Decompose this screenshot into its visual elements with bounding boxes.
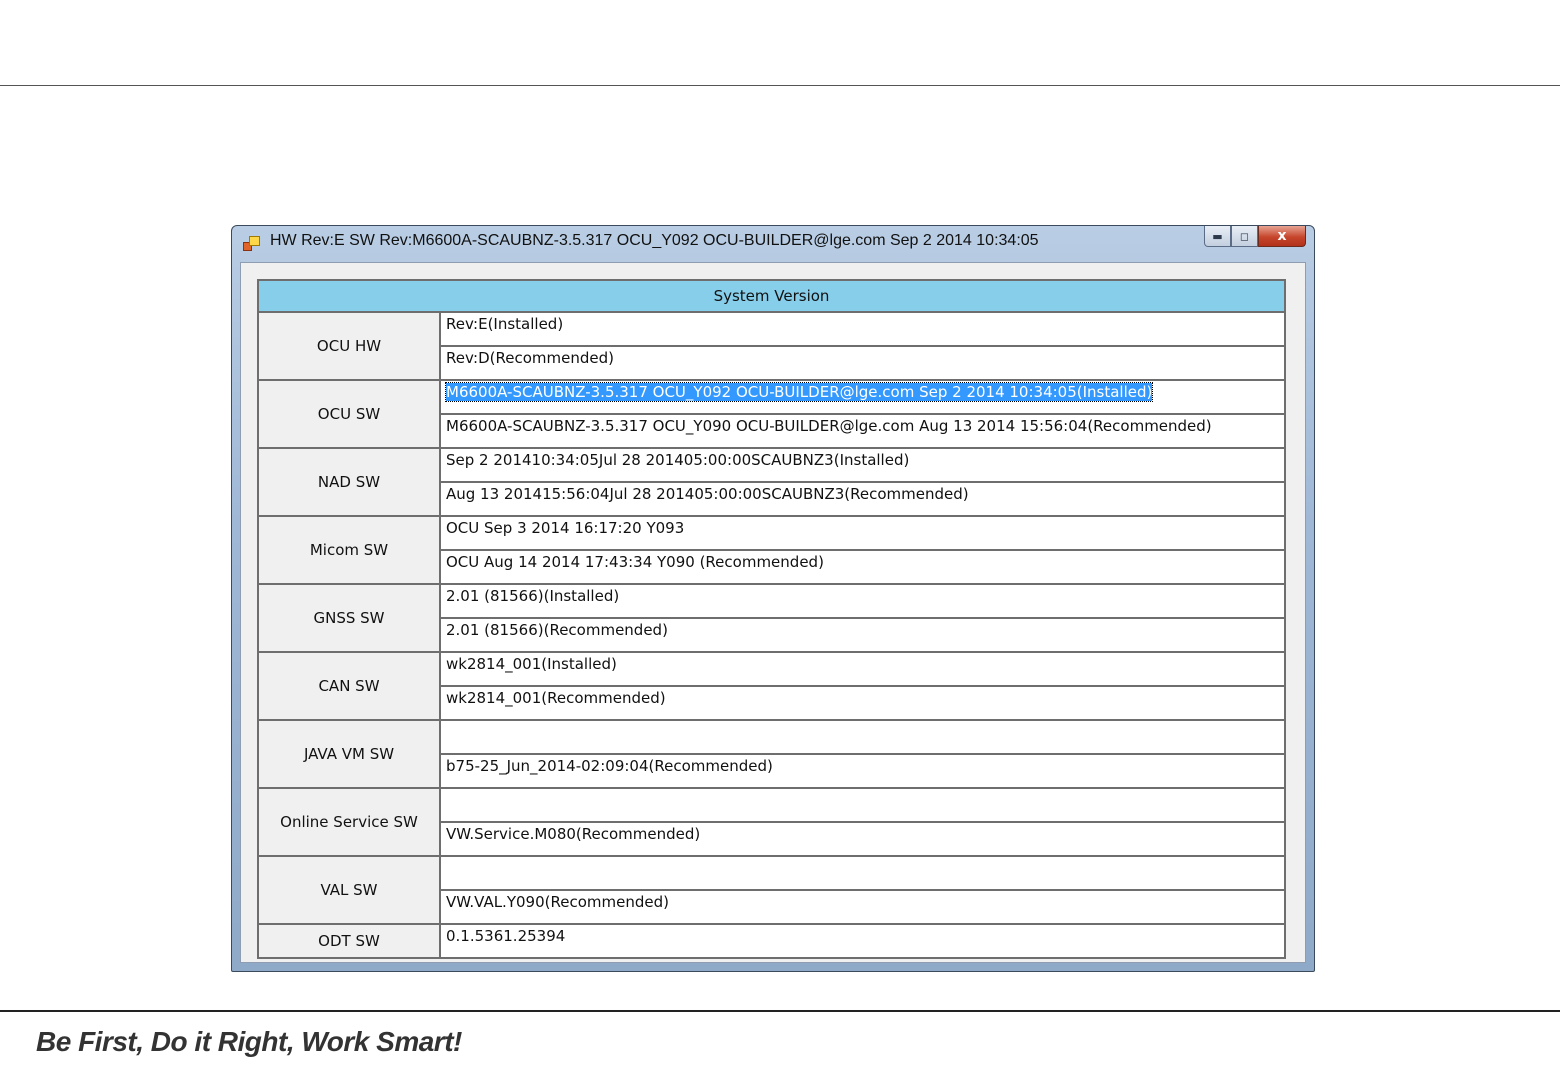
version-value-cell[interactable] [439, 855, 1286, 891]
table-row: Micom SW OCU Sep 3 2014 16:17:20 Y093 [257, 515, 1286, 585]
version-value-cell[interactable]: Aug 13 201415:56:04Jul 28 201405:00:00SC… [439, 481, 1286, 517]
table-row: CAN SW wk2814_001(Installed) [257, 651, 1286, 721]
close-button[interactable]: x [1258, 226, 1306, 247]
version-value-cell[interactable]: VW.VAL.Y090(Recommended) [439, 889, 1286, 925]
table-row: JAVA VM SW [257, 719, 1286, 789]
slide-slogan: Be First, Do it Right, Work Smart! [36, 1026, 462, 1057]
version-value-cell[interactable]: M6600A-SCAUBNZ-3.5.317 OCU_Y092 OCU-BUIL… [439, 379, 1286, 415]
row-label: GNSS SW [257, 583, 441, 653]
version-value-cell[interactable]: VW.Service.M080(Recommended) [439, 821, 1286, 857]
version-value-cell[interactable]: b75-25_Jun_2014-02:09:04(Recommended) [439, 753, 1286, 789]
table-header: System Version [257, 279, 1286, 313]
title-bar[interactable]: HW Rev:E SW Rev:M6600A-SCAUBNZ-3.5.317 O… [232, 226, 1314, 260]
table-row: NAD SW Sep 2 201410:34:05Jul 28 201405:00… [257, 447, 1286, 517]
close-icon: x [1277, 228, 1287, 244]
version-value-cell[interactable] [439, 719, 1286, 755]
maximize-button[interactable]: ◻ [1231, 226, 1258, 247]
version-value-cell[interactable]: wk2814_001(Installed) [439, 651, 1286, 687]
table-row: OCU HW Rev:E(Installed) [257, 311, 1286, 381]
row-label: ODT SW [257, 923, 441, 959]
row-label: NAD SW [257, 447, 441, 517]
row-label: CAN SW [257, 651, 441, 721]
version-value-cell[interactable]: Rev:D(Recommended) [439, 345, 1286, 381]
version-value-cell[interactable]: OCU Sep 3 2014 16:17:20 Y093 [439, 515, 1286, 551]
app-window-icon[interactable] [243, 236, 260, 251]
table-row: Online Service SW [257, 787, 1286, 857]
version-value-cell[interactable]: 0.1.5361.25394 [439, 923, 1286, 959]
minimize-button[interactable]: ▬ [1204, 226, 1231, 247]
maximize-icon: ◻ [1239, 229, 1250, 243]
row-label: OCU SW [257, 379, 441, 449]
row-label: OCU HW [257, 311, 441, 381]
table-row: GNSS SW 2.01 (81566)(Installed) [257, 583, 1286, 653]
version-value-cell[interactable] [439, 787, 1286, 823]
version-value-cell[interactable]: OCU Aug 14 2014 17:43:34 Y090 (Recommend… [439, 549, 1286, 585]
row-label: JAVA VM SW [257, 719, 441, 789]
version-value-cell[interactable]: M6600A-SCAUBNZ-3.5.317 OCU_Y090 OCU-BUIL… [439, 413, 1286, 449]
table-row: VAL SW [257, 855, 1286, 925]
bottom-divider [0, 1010, 1560, 1012]
version-value-cell[interactable]: Sep 2 201410:34:05Jul 28 201405:00:00SCA… [439, 447, 1286, 483]
system-version-window: HW Rev:E SW Rev:M6600A-SCAUBNZ-3.5.317 O… [231, 225, 1315, 972]
top-divider [0, 85, 1560, 86]
window-client-area: System Version OCU HW Rev:E(Installed) Rev… [240, 262, 1306, 963]
version-value-cell[interactable]: Rev:E(Installed) [439, 311, 1286, 347]
row-label: VAL SW [257, 855, 441, 925]
minimize-icon: ▬ [1212, 229, 1223, 243]
window-title: HW Rev:E SW Rev:M6600A-SCAUBNZ-3.5.317 O… [270, 232, 1039, 249]
system-version-table: System Version OCU HW Rev:E(Installed) Rev… [257, 279, 1286, 959]
version-value-cell[interactable]: 2.01 (81566)(Recommended) [439, 617, 1286, 653]
row-label: Micom SW [257, 515, 441, 585]
table-row: OCU SW M6600A-SCAUBNZ-3.5.317 OCU_Y092 OC… [257, 379, 1286, 449]
version-value-cell[interactable]: wk2814_001(Recommended) [439, 685, 1286, 721]
selected-text[interactable]: M6600A-SCAUBNZ-3.5.317 OCU_Y092 OCU-BUIL… [444, 382, 1154, 402]
version-value-cell[interactable]: 2.01 (81566)(Installed) [439, 583, 1286, 619]
row-label: Online Service SW [257, 787, 441, 857]
window-controls: ▬ ◻ x [1204, 226, 1306, 248]
table-row: ODT SW 0.1.5361.25394 [257, 923, 1286, 959]
